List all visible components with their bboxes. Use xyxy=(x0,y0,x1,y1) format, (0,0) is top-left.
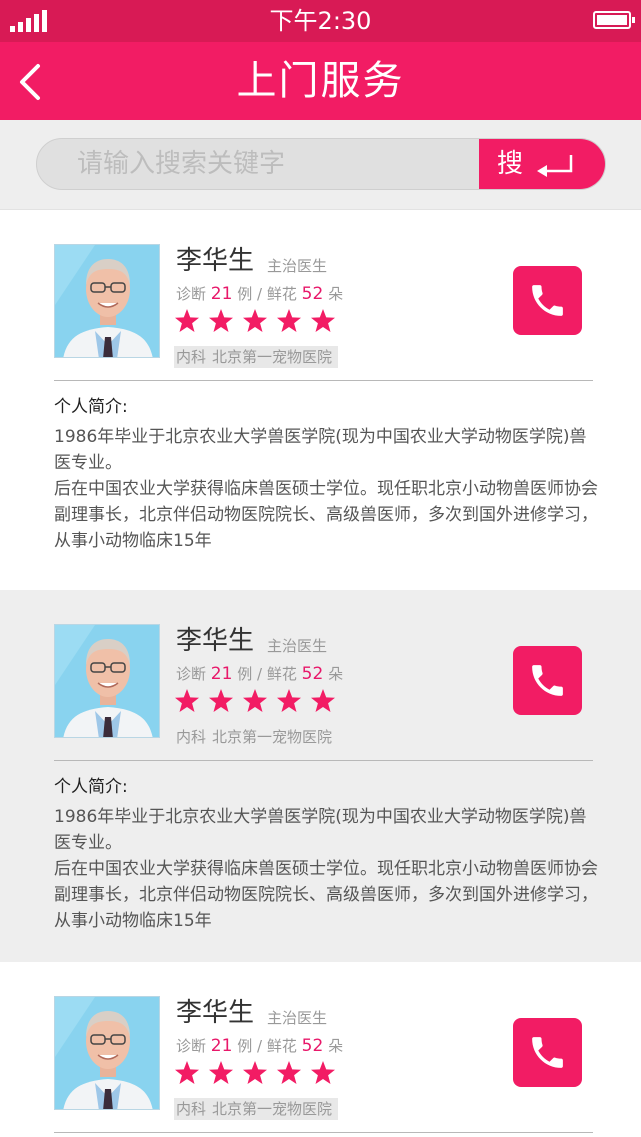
star-icon xyxy=(209,309,233,332)
intro-label: 个人简介: xyxy=(54,777,128,797)
page-title: 上门服务 xyxy=(236,58,405,104)
star-icon xyxy=(277,309,301,332)
flowers-unit: 朵 xyxy=(328,665,344,683)
call-button[interactable] xyxy=(513,266,582,335)
flowers-label: 鲜花 xyxy=(266,285,297,303)
call-button[interactable] xyxy=(513,1018,582,1087)
doctor-name: 李华生 xyxy=(176,246,255,276)
hospital-name: 北京第一宠物医院 xyxy=(212,348,333,366)
search-button-label: 搜 xyxy=(497,149,524,179)
rating-stars xyxy=(174,1060,344,1090)
flowers-unit: 朵 xyxy=(328,285,344,303)
star-icon xyxy=(311,1061,335,1084)
diagnosis-unit: 例 xyxy=(237,1037,253,1055)
star-icon xyxy=(209,689,233,712)
star-icon xyxy=(175,1061,199,1084)
flowers-count: 52 xyxy=(301,664,324,684)
doctor-name: 李华生 xyxy=(176,626,255,656)
doctor-stats: 诊断 21 例 / 鲜花 52 朵 xyxy=(176,1036,343,1056)
doctor-department: 内科 北京第一宠物医院 xyxy=(174,346,339,368)
diagnosis-count: 21 xyxy=(210,284,233,304)
intro-paragraph: 后在中国农业大学获得临床兽医硕士学位。现任职北京小动物兽医师协会副理事长，北京伴… xyxy=(54,859,598,931)
rating-stars xyxy=(174,308,344,338)
doctor-intro: 1986年毕业于北京农业大学兽医学院(现为中国农业大学动物医学院)兽医专业。后在… xyxy=(54,804,599,934)
doctor-name: 李华生 xyxy=(176,998,255,1028)
doctor-department: 内科 北京第一宠物医院 xyxy=(174,1098,339,1120)
card-divider xyxy=(54,380,593,381)
flowers-unit: 朵 xyxy=(328,1037,344,1055)
hospital-name: 北京第一宠物医院 xyxy=(212,728,333,746)
diagnosis-label: 诊断 xyxy=(176,285,207,303)
doctor-stats: 诊断 21 例 / 鲜花 52 朵 xyxy=(176,284,343,304)
status-bar: 下午2:30 xyxy=(0,0,641,42)
department-name: 内科 xyxy=(176,1100,207,1118)
star-icon xyxy=(243,689,267,712)
app-header: 上门服务 xyxy=(0,42,641,120)
hospital-name: 北京第一宠物医院 xyxy=(212,1100,333,1118)
call-button[interactable] xyxy=(513,646,582,715)
phone-icon xyxy=(532,1037,563,1068)
intro-label: 个人简介: xyxy=(54,397,128,417)
stats-separator: / xyxy=(257,285,263,303)
doctor-stats: 诊断 21 例 / 鲜花 52 朵 xyxy=(176,664,343,684)
phone-icon xyxy=(532,285,563,316)
intro-paragraph: 1986年毕业于北京农业大学兽医学院(现为中国农业大学动物医学院)兽医专业。 xyxy=(54,807,587,853)
diagnosis-unit: 例 xyxy=(237,285,253,303)
stats-separator: / xyxy=(257,1037,263,1055)
flowers-label: 鲜花 xyxy=(266,665,297,683)
star-icon xyxy=(175,309,199,332)
star-icon xyxy=(175,689,199,712)
intro-paragraph: 后在中国农业大学获得临床兽医硕士学位。现任职北京小动物兽医师协会副理事长，北京伴… xyxy=(54,479,598,551)
flowers-count: 52 xyxy=(301,1036,324,1056)
doctor-title: 主治医生 xyxy=(267,257,328,275)
star-icon xyxy=(277,1061,301,1084)
star-icon xyxy=(243,309,267,332)
doctor-intro: 1986年毕业于北京农业大学兽医学院(现为中国农业大学动物医学院)兽医专业。后在… xyxy=(54,424,599,554)
stats-separator: / xyxy=(257,665,263,683)
search-input[interactable] xyxy=(37,139,479,189)
diagnosis-label: 诊断 xyxy=(176,1037,207,1055)
card-divider xyxy=(54,1132,593,1133)
star-icon xyxy=(277,689,301,712)
doctor-department: 内科 北京第一宠物医院 xyxy=(174,726,338,748)
doctor-title: 主治医生 xyxy=(267,1009,328,1027)
doctor-avatar xyxy=(54,624,160,738)
intro-paragraph: 1986年毕业于北京农业大学兽医学院(现为中国农业大学动物医学院)兽医专业。 xyxy=(54,427,587,473)
diagnosis-count: 21 xyxy=(210,664,233,684)
diagnosis-unit: 例 xyxy=(237,665,253,683)
star-icon xyxy=(209,1061,233,1084)
search-button[interactable]: 搜 xyxy=(479,139,605,189)
diagnosis-count: 21 xyxy=(210,1036,233,1056)
doctor-avatar xyxy=(54,996,160,1110)
doctor-card: 李华生 主治医生 诊断 21 例 / 鲜花 52 朵 内科 北京第一宠物医院 个人… xyxy=(0,210,641,590)
card-divider xyxy=(54,760,593,761)
rating-stars xyxy=(174,688,344,718)
status-time: 下午2:30 xyxy=(269,7,372,35)
star-icon xyxy=(311,689,335,712)
star-icon xyxy=(243,1061,267,1084)
flowers-label: 鲜花 xyxy=(266,1037,297,1055)
search-box: 搜 xyxy=(36,138,606,190)
phone-icon xyxy=(532,665,563,696)
search-bar: 搜 xyxy=(0,120,641,210)
doctor-card: 李华生 主治医生 诊断 21 例 / 鲜花 52 朵 内科 北京第一宠物医院 xyxy=(0,962,641,1137)
department-name: 内科 xyxy=(176,728,207,746)
star-icon xyxy=(311,309,335,332)
diagnosis-label: 诊断 xyxy=(176,665,207,683)
department-name: 内科 xyxy=(176,348,207,366)
doctor-card: 李华生 主治医生 诊断 21 例 / 鲜花 52 朵 内科 北京第一宠物医院 个人… xyxy=(0,590,641,962)
doctor-avatar xyxy=(54,244,160,358)
flowers-count: 52 xyxy=(301,284,324,304)
enter-arrow-icon xyxy=(537,155,573,177)
doctor-title: 主治医生 xyxy=(267,637,328,655)
battery-icon xyxy=(593,11,635,29)
